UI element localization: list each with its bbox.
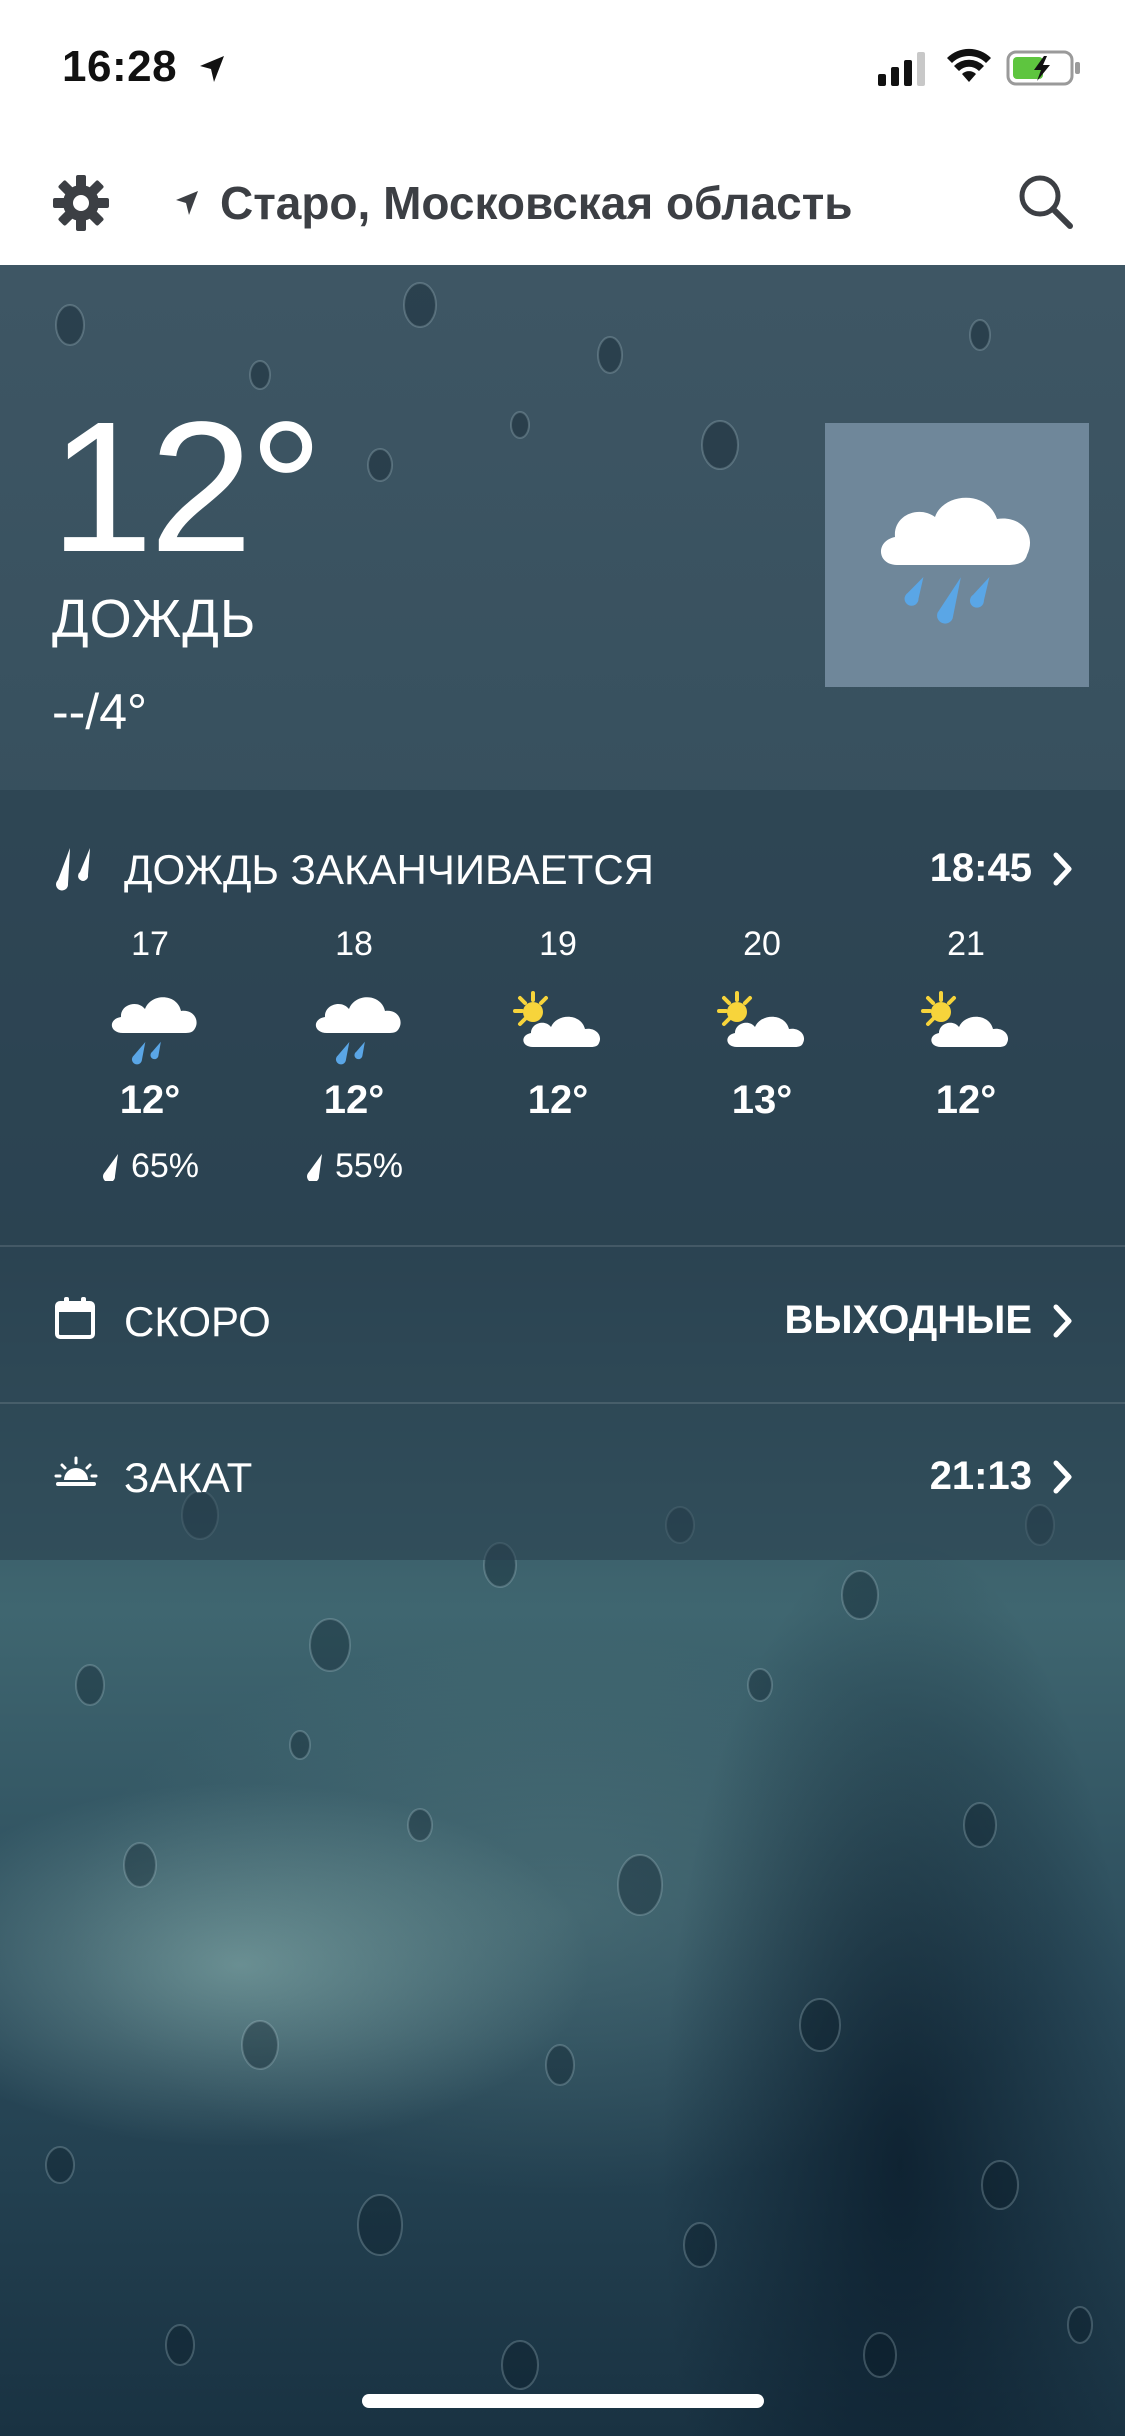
rain-cloud-icon [880, 497, 1031, 624]
search-icon [1019, 175, 1073, 229]
current-temperature: 12° [50, 384, 323, 591]
cellular-signal-icon [878, 52, 925, 86]
hour-temperature: 12° [935, 1078, 997, 1122]
current-weather-icon-tile [825, 423, 1089, 687]
soon-row[interactable]: СКОРО ВЫХОДНЫЕ [0, 1250, 1125, 1395]
hour-temperature: 12° [119, 1078, 181, 1122]
rain-icon [315, 997, 401, 1065]
app-header: Старо, Московская область [0, 140, 1125, 265]
current-condition: ДОЖДЬ [52, 589, 257, 649]
rain-ending-label: ДОЖДЬ ЗАКАНЧИВАЕТСЯ [124, 846, 654, 893]
precipitation-drop-icon [103, 1153, 118, 1181]
rain-drops-icon [56, 848, 90, 891]
chevron-right-icon [1053, 1304, 1072, 1338]
rain-forecast-section: ДОЖДЬ ЗАКАНЧИВАЕТСЯ 18:45 17 12° 65% 18 … [0, 790, 1125, 1245]
current-min-max: --/4° [52, 684, 147, 740]
hourly-item[interactable]: 18 12° 55% [252, 925, 456, 1215]
soon-label: СКОРО [124, 1298, 271, 1345]
rain-ending-row[interactable]: ДОЖДЬ ЗАКАНЧИВАЕТСЯ 18:45 [0, 830, 1125, 910]
sunset-icon [54, 1456, 98, 1486]
rain-ending-time: 18:45 [929, 846, 1032, 890]
settings-button[interactable] [48, 170, 114, 236]
precipitation-drop-icon [307, 1153, 322, 1181]
precipitation-value: 55% [334, 1147, 404, 1185]
hour-precipitation: 55% [252, 1147, 456, 1186]
location-selector[interactable]: Старо, Московская область [174, 170, 853, 236]
wifi-icon [947, 48, 991, 82]
hour-precipitation: 65% [48, 1147, 252, 1186]
rain-icon [111, 997, 197, 1065]
divider [0, 1402, 1125, 1404]
chevron-right-icon [1053, 852, 1072, 886]
status-time: 16:28 [62, 42, 178, 91]
hour-time: 20 [743, 925, 781, 963]
partly-cloudy-icon [513, 991, 601, 1047]
hour-temperature: 12° [527, 1078, 589, 1122]
hourly-forecast: 17 12° 65% 18 12° 55% 19 12° 20 13° 21 1… [0, 925, 1125, 1215]
hourly-item[interactable]: 19 12° [456, 925, 660, 1215]
sunset-label: ЗАКАТ [124, 1454, 253, 1501]
hour-temperature: 12° [323, 1078, 385, 1122]
hourly-item[interactable]: 20 13° [660, 925, 864, 1215]
hour-time: 17 [131, 925, 169, 963]
gear-icon [53, 175, 109, 231]
status-bar: 16:28 [0, 0, 1125, 140]
sunset-time: 21:13 [929, 1454, 1032, 1498]
hour-temperature: 13° [731, 1078, 793, 1122]
hour-time: 19 [539, 925, 577, 963]
divider [0, 1245, 1125, 1247]
hourly-item[interactable]: 21 12° [864, 925, 1068, 1215]
partly-cloudy-icon [921, 991, 1009, 1047]
location-title: Старо, Московская область [220, 177, 853, 229]
current-weather: 12° ДОЖДЬ --/4° [0, 265, 1125, 790]
forecast-panel: ДОЖДЬ ЗАКАНЧИВАЕТСЯ 18:45 17 12° 65% 18 … [0, 790, 1125, 1560]
partly-cloudy-icon [717, 991, 805, 1047]
sunset-row[interactable]: ЗАКАТ 21:13 [0, 1408, 1125, 1560]
hourly-item[interactable]: 17 12° 65% [48, 925, 252, 1215]
location-arrow-icon [176, 191, 198, 215]
hour-time: 21 [947, 925, 985, 963]
calendar-icon [55, 1297, 95, 1339]
home-indicator[interactable] [362, 2394, 764, 2408]
hour-time: 18 [335, 925, 373, 963]
precipitation-value: 65% [130, 1147, 200, 1185]
location-services-icon [200, 56, 224, 82]
soon-value: ВЫХОДНЫЕ [784, 1298, 1033, 1342]
search-button[interactable] [1010, 166, 1080, 236]
battery-charging-icon [1006, 50, 1080, 86]
chevron-right-icon [1053, 1460, 1072, 1494]
